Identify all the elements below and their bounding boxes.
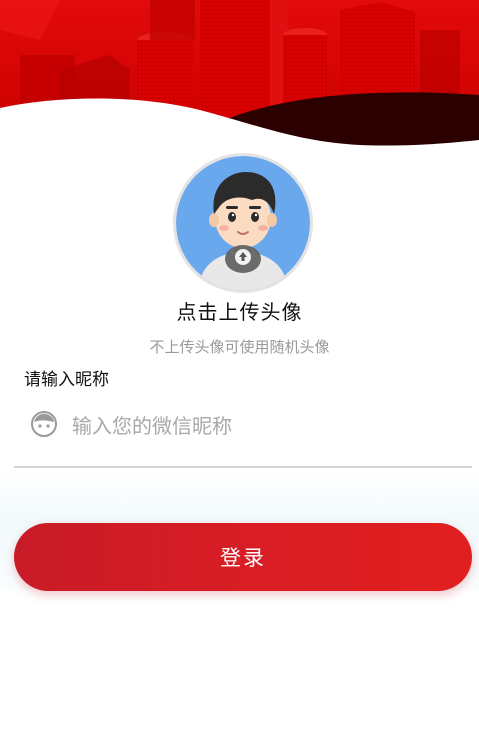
avatar-upload-button[interactable] — [176, 156, 310, 290]
avatar-image — [176, 156, 310, 290]
face-icon — [31, 411, 57, 437]
header-banner — [0, 0, 479, 150]
upload-icon — [225, 245, 261, 273]
upload-avatar-hint: 不上传头像可使用随机头像 — [149, 338, 330, 356]
nickname-input[interactable] — [72, 406, 452, 446]
nickname-field-row — [14, 398, 472, 468]
login-button[interactable]: 登录 — [14, 523, 472, 591]
upload-avatar-title[interactable]: 点击上传头像 — [0, 296, 479, 325]
login-page: 点击上传头像 不上传头像可使用随机头像 请输入昵称 登录 — [0, 0, 479, 745]
nickname-label: 请输入昵称 — [24, 370, 109, 390]
